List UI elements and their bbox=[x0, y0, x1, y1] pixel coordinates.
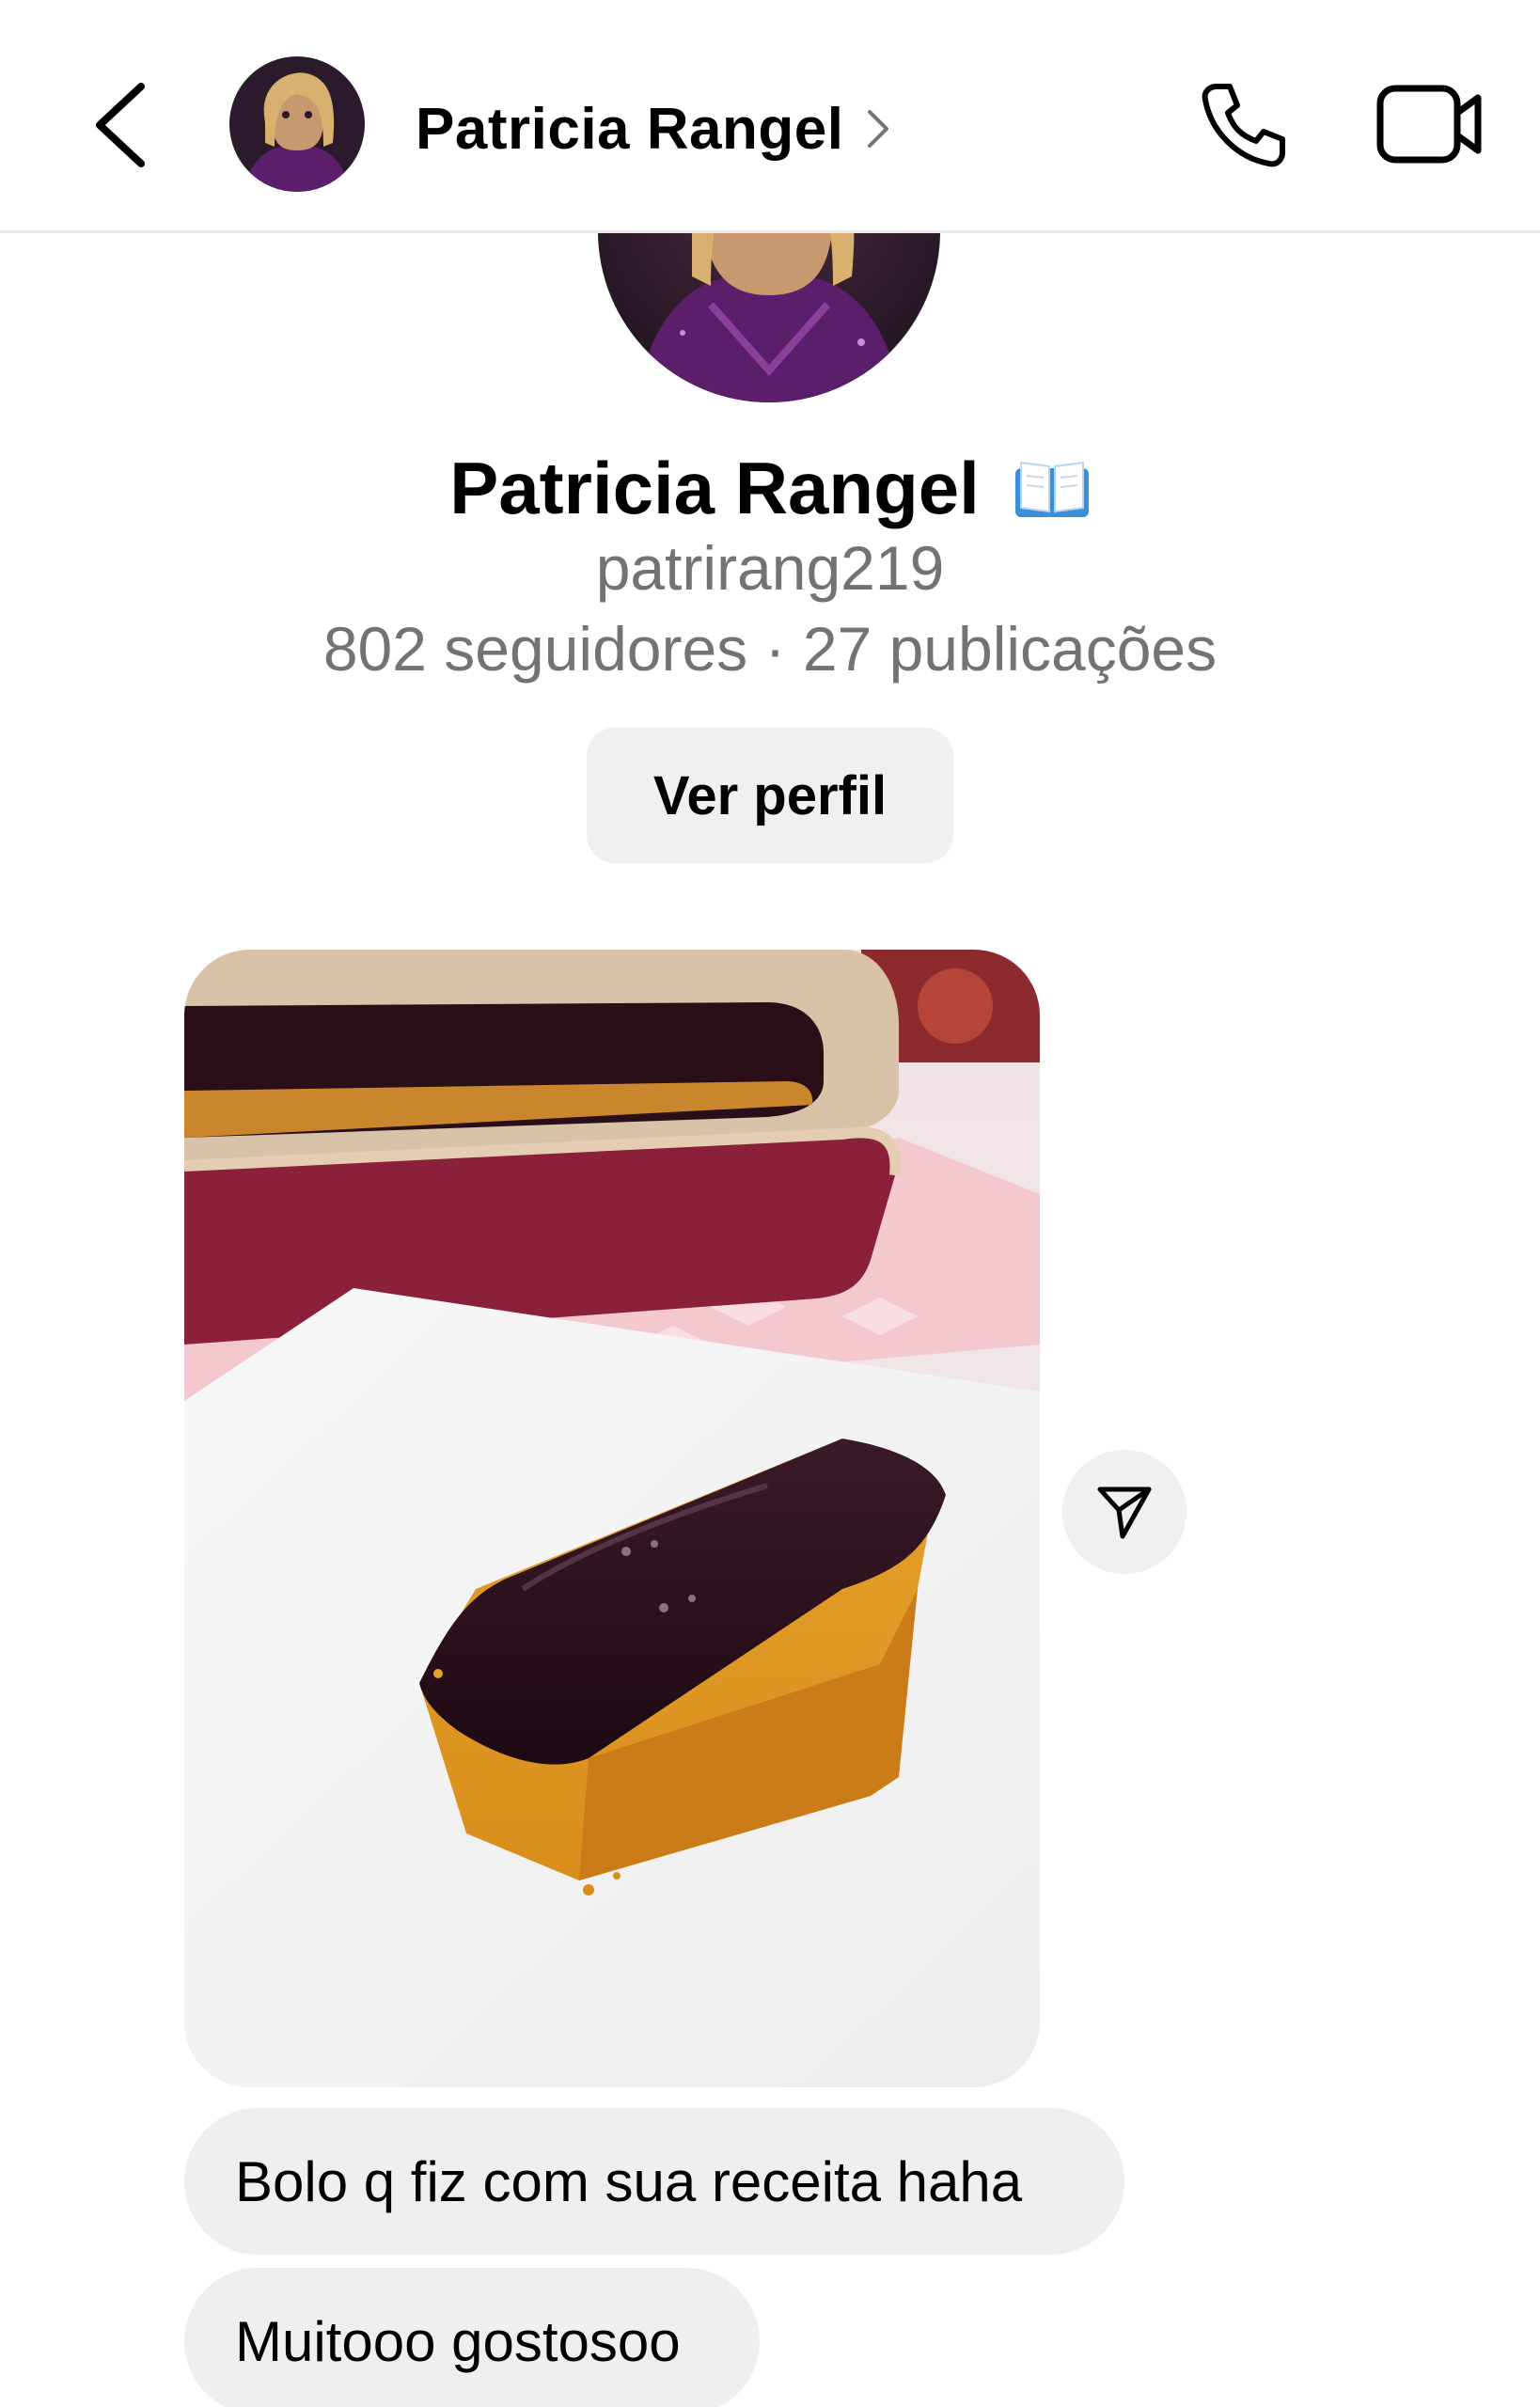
video-camera-icon bbox=[1376, 85, 1482, 164]
message-bubble[interactable]: Bolo q fiz com sua receita haha bbox=[184, 2108, 1124, 2255]
phone-icon bbox=[1202, 84, 1285, 167]
message-text: Bolo q fiz com sua receita haha bbox=[235, 2149, 1023, 2213]
view-profile-button[interactable]: Ver perfil bbox=[587, 728, 953, 863]
voice-call-button[interactable] bbox=[1196, 77, 1290, 171]
profile-username: patrirang219 bbox=[595, 533, 945, 603]
chevron-left-icon bbox=[96, 83, 145, 167]
profile-stats: 802 seguidores · 27 publicações bbox=[322, 614, 1218, 684]
header-contact-name: Patricia Rangel bbox=[416, 96, 844, 162]
send-icon bbox=[1097, 1487, 1152, 1539]
open-book-icon bbox=[1014, 461, 1089, 517]
avatar[interactable] bbox=[229, 56, 365, 192]
profile-name-row: Patricia Rangel bbox=[0, 436, 1540, 540]
share-button[interactable] bbox=[1062, 1450, 1186, 1574]
chevron-right-icon bbox=[868, 110, 889, 148]
header-contact-link[interactable]: Patricia Rangel bbox=[416, 87, 892, 171]
message-bubble[interactable]: Muitooo gostosoo bbox=[184, 2268, 760, 2407]
video-call-button[interactable] bbox=[1375, 81, 1485, 167]
carrot-cake-photo bbox=[184, 950, 1040, 2087]
profile-name: Patricia Rangel bbox=[449, 446, 980, 529]
message-text: Muitooo gostosoo bbox=[235, 2309, 681, 2373]
photo-message[interactable] bbox=[184, 950, 1040, 2087]
chat-header: Patricia Rangel bbox=[0, 0, 1540, 233]
chat-screen: Patricia Rangel Patricia Rangel patriran… bbox=[0, 0, 1540, 2407]
back-button[interactable] bbox=[83, 73, 158, 177]
